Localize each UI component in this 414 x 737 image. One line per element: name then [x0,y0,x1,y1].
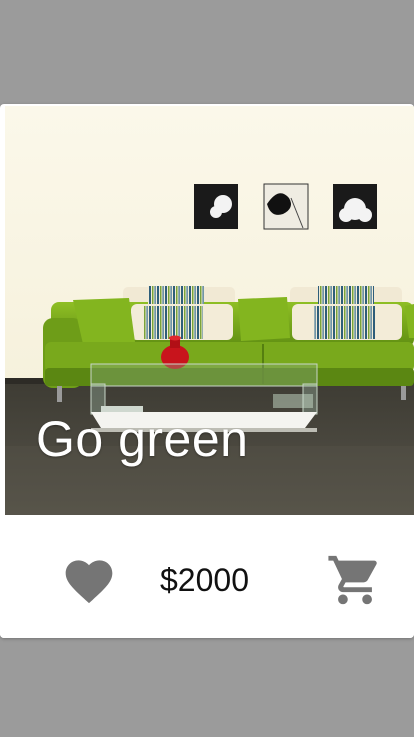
product-actions-bar: $2000 [0,520,414,638]
heart-icon [65,560,113,604]
product-card[interactable]: Go green $2000 [0,104,414,638]
product-title: Go green [36,411,249,467]
shopping-cart-icon [328,555,377,605]
favorite-button[interactable] [61,553,117,605]
wall-art [194,183,377,230]
add-to-cart-button[interactable] [326,551,384,609]
product-price: $2000 [160,562,249,598]
